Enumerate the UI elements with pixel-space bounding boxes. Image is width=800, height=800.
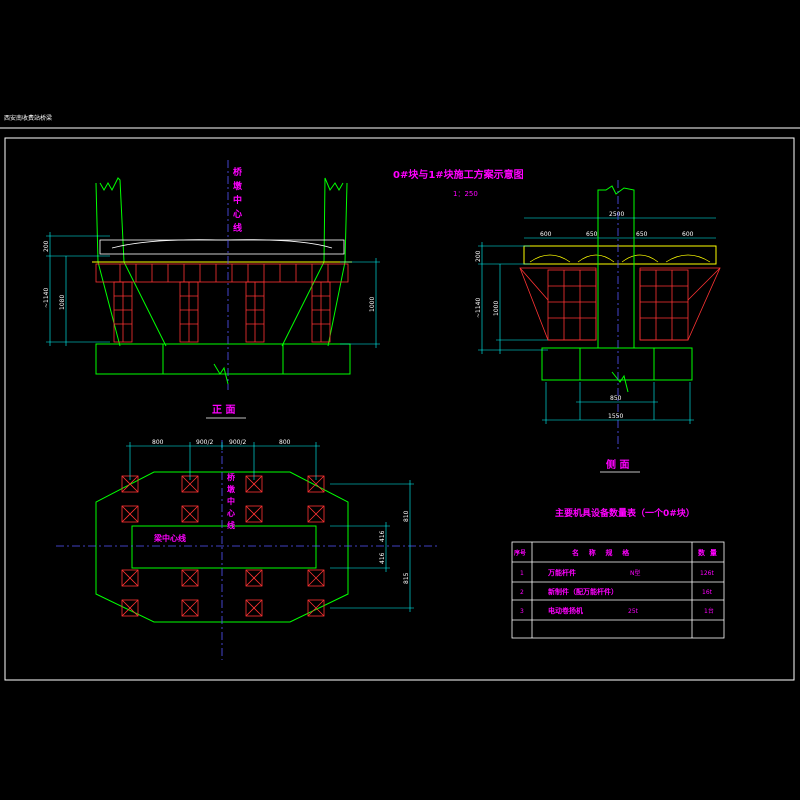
plan-top-dimensions xyxy=(126,442,320,480)
side-dim-base-outer: 1550 xyxy=(608,413,623,420)
table-row-3-spec: 25t xyxy=(628,608,639,615)
svg-text:心: 心 xyxy=(227,508,235,518)
front-dim-total: ~1140 xyxy=(43,288,50,308)
table-row-3-qty: 1台 xyxy=(704,607,714,615)
drawing-canvas: 0#块与1#块施工方案示意图 1：250 桥 墩 中 心 线 200 ~1140… xyxy=(0,127,800,681)
table-row-1-spec: N型 xyxy=(630,569,641,577)
svg-text:墩: 墩 xyxy=(227,484,236,494)
plan-view: 梁中心线 桥 墩 中 心 线 800 900/2 900/2 800 810 4… xyxy=(56,439,440,660)
plan-beam-center-label: 梁中心线 xyxy=(153,533,186,543)
front-elevation: 桥 墩 中 心 线 200 ~1140 1080 1000 正 面 xyxy=(43,160,380,419)
side-dim-width-total: 2500 xyxy=(609,211,624,218)
svg-text:中: 中 xyxy=(227,496,235,506)
side-dim-total: ~1140 xyxy=(475,298,482,318)
table-title: 主要机具设备数量表（一个0#块） xyxy=(555,507,695,519)
plan-dim-inner-top: 416 xyxy=(379,530,386,542)
deck-slab xyxy=(99,239,345,255)
table-row-3-no: 3 xyxy=(520,608,524,615)
front-centerline-label: 桥 墩 中 心 线 xyxy=(233,166,243,234)
side-dim-seg-2: 650 xyxy=(586,231,598,238)
svg-text:桥: 桥 xyxy=(233,166,243,178)
svg-text:墩: 墩 xyxy=(233,180,243,192)
plan-dim-outer-top: 810 xyxy=(403,510,410,522)
deck-top-curve xyxy=(111,239,333,249)
side-footing-break xyxy=(611,371,629,393)
side-truss xyxy=(519,267,721,341)
side-dim-seg-1: 600 xyxy=(540,231,552,238)
plan-dim-top-1: 800 xyxy=(152,439,164,446)
side-dim-base-inner: 850 xyxy=(610,395,622,402)
equipment-table: 主要机具设备数量表（一个0#块） 序号 名 称 规 格 数 量 1 万能杆件 N… xyxy=(511,507,725,639)
svg-text:桥: 桥 xyxy=(227,472,236,482)
table-row-1-qty: 126t xyxy=(700,570,714,577)
right-pier-outer xyxy=(327,182,348,347)
table-header-qty: 数 量 xyxy=(698,548,717,557)
drawing-title: 0#块与1#块施工方案示意图 xyxy=(393,168,524,181)
svg-text:心: 心 xyxy=(233,209,242,220)
svg-text:线: 线 xyxy=(227,520,235,530)
table-row-2-no: 2 xyxy=(520,589,524,596)
side-dim-seg-3: 650 xyxy=(636,231,648,238)
side-dim-top: 200 xyxy=(475,250,482,262)
table-row-3-name: 电动卷扬机 xyxy=(548,606,583,615)
table-header-name: 名 称 规 格 xyxy=(572,548,630,557)
front-dim-right: 1000 xyxy=(369,297,376,312)
table-row-1-no: 1 xyxy=(520,570,524,577)
front-dim-height: 1080 xyxy=(59,295,66,310)
drawing-scale: 1：250 xyxy=(453,190,478,198)
table-row-2-qty: 16t xyxy=(702,589,713,596)
side-dim-seg-4: 600 xyxy=(682,231,694,238)
plan-centerline-label: 桥 墩 中 心 线 xyxy=(227,472,236,530)
front-dim-top: 200 xyxy=(43,240,50,252)
plan-dim-top-3: 900/2 xyxy=(229,439,246,446)
side-left-dimensions xyxy=(478,242,548,354)
side-footing xyxy=(541,347,693,381)
table-row-2-name: 新制件（配万能杆件） xyxy=(548,587,618,596)
front-view-label: 正 面 xyxy=(212,404,235,416)
table-row-1-name: 万能杆件 xyxy=(547,568,576,577)
svg-text:中: 中 xyxy=(233,194,242,206)
side-dim-height: 1000 xyxy=(493,301,500,316)
plan-dim-outer-bottom: 815 xyxy=(403,572,410,584)
svg-text:线: 线 xyxy=(233,222,242,234)
left-pier-outer xyxy=(95,182,121,347)
side-deck-cells xyxy=(529,254,711,263)
side-view-label: 侧 面 xyxy=(606,458,629,471)
front-truss xyxy=(95,263,349,343)
plan-dim-top-4: 800 xyxy=(279,439,291,446)
drawing-frame xyxy=(4,137,795,681)
plan-dim-inner-bottom: 416 xyxy=(379,552,386,564)
table-header-no: 序号 xyxy=(513,549,526,557)
plan-dim-top-2: 900/2 xyxy=(196,439,213,446)
plan-beam xyxy=(131,525,317,569)
side-elevation: 2500 600 650 650 600 200 ~1140 1000 850 … xyxy=(475,180,721,473)
